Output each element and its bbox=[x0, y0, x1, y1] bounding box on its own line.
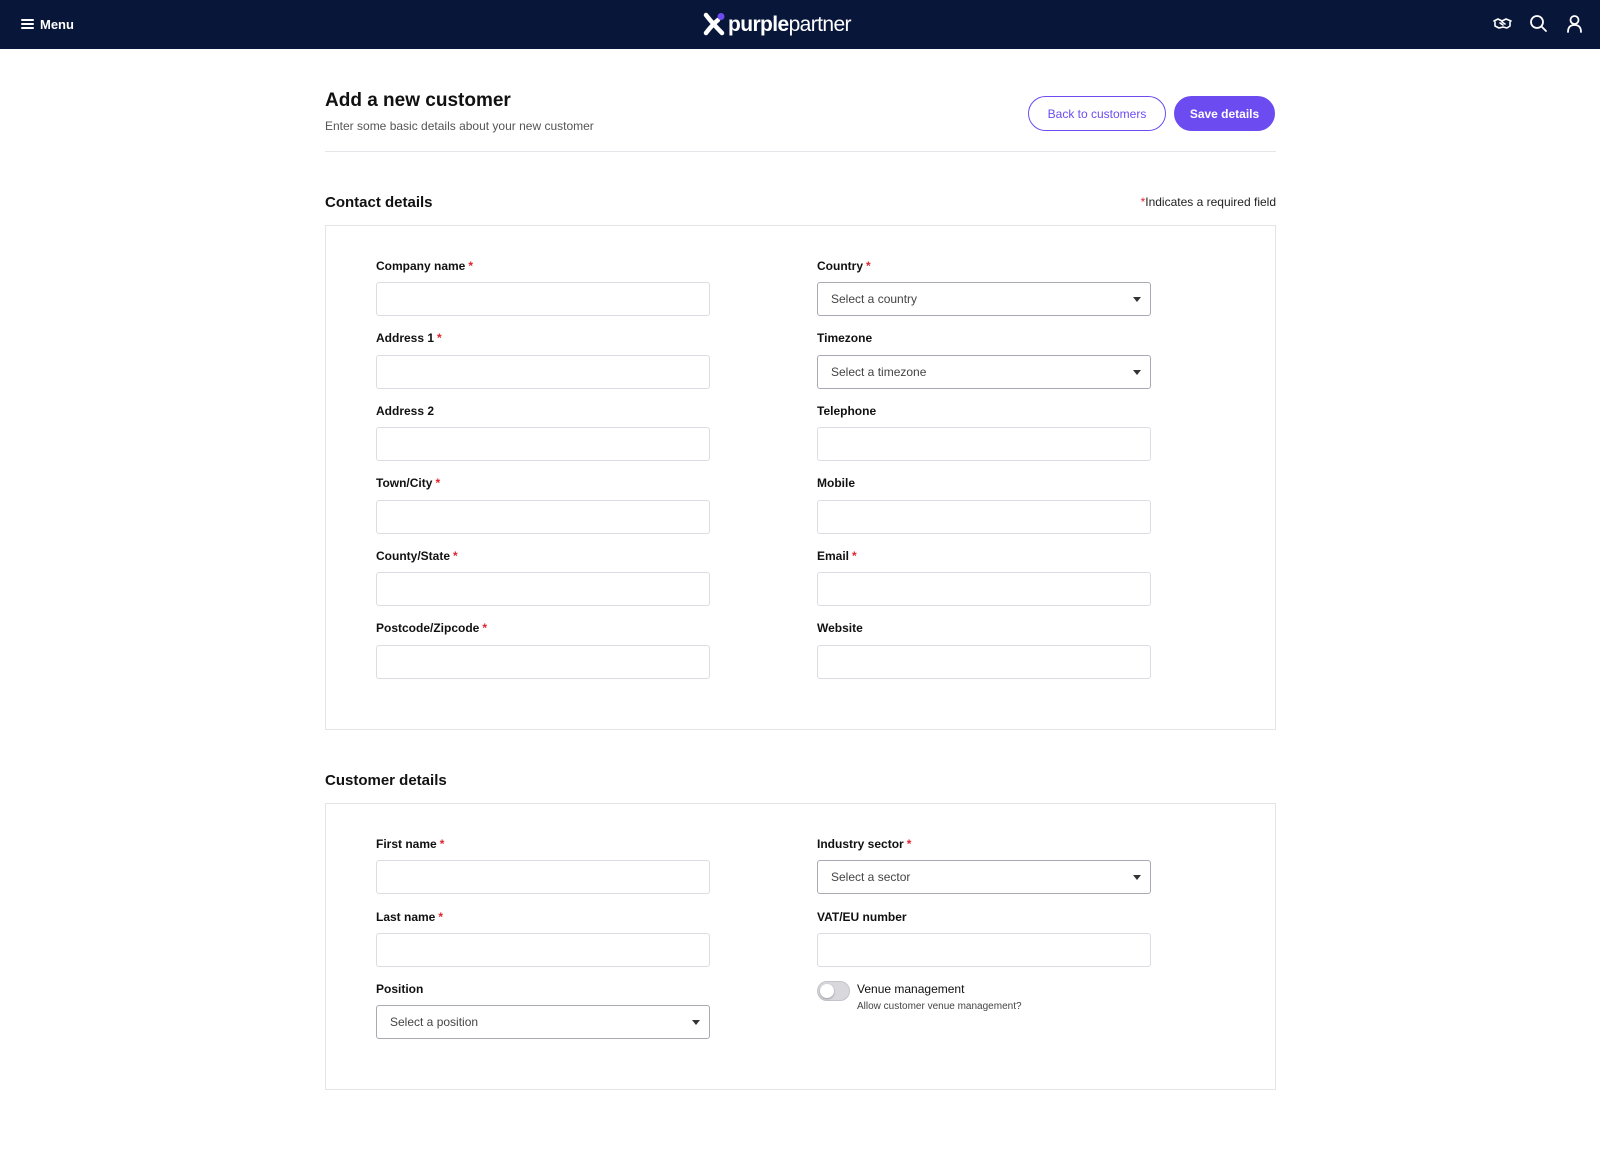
address2-input[interactable] bbox=[376, 427, 710, 461]
position-select-placeholder: Select a position bbox=[390, 1015, 479, 1029]
first-name-label-text: First name bbox=[376, 837, 437, 851]
dropdown-arrow-icon bbox=[692, 1020, 700, 1025]
contact-details-title: Contact details bbox=[325, 194, 433, 211]
required-note-text: Indicates a required field bbox=[1145, 195, 1276, 209]
postcode-label-text: Postcode/Zipcode bbox=[376, 621, 480, 635]
first-name-label: First name * bbox=[376, 837, 444, 851]
country-label: Country * bbox=[817, 259, 871, 273]
vat-number-label: VAT/EU number bbox=[817, 910, 907, 924]
country-label-text: Country bbox=[817, 259, 863, 273]
country-select-placeholder: Select a country bbox=[831, 292, 918, 306]
customer-details-card: First name * Last name * Position Select a… bbox=[325, 803, 1276, 1090]
required-field-note: *Indicates a required field bbox=[1141, 195, 1276, 209]
save-details-button[interactable]: Save details bbox=[1174, 96, 1275, 131]
telephone-label: Telephone bbox=[817, 404, 877, 418]
last-name-label: Last name * bbox=[376, 910, 443, 924]
first-name-input[interactable] bbox=[376, 860, 710, 894]
dropdown-arrow-icon bbox=[1133, 370, 1141, 375]
last-name-input[interactable] bbox=[376, 933, 710, 967]
hamburger-icon bbox=[21, 19, 34, 29]
required-star: * bbox=[438, 910, 444, 924]
required-star: * bbox=[482, 621, 488, 635]
logo-text-bold: purple bbox=[728, 12, 789, 36]
required-star: * bbox=[852, 549, 857, 563]
back-to-customers-button[interactable]: Back to customers bbox=[1028, 96, 1166, 131]
county-state-label-text: County/State bbox=[376, 549, 451, 563]
industry-sector-label-text: Industry sector bbox=[817, 837, 904, 851]
county-state-label: County/State * bbox=[376, 549, 458, 563]
dropdown-arrow-icon bbox=[1133, 875, 1141, 880]
postcode-label: Postcode/Zipcode * bbox=[376, 621, 487, 635]
address1-label: Address 1 * bbox=[376, 331, 442, 345]
required-star: * bbox=[866, 259, 871, 273]
address1-input[interactable] bbox=[376, 355, 710, 389]
industry-sector-select-placeholder: Select a sector bbox=[831, 870, 911, 884]
industry-sector-label: Industry sector * bbox=[817, 837, 911, 851]
venue-management-help: Allow customer venue management? bbox=[857, 1001, 1022, 1012]
venue-management-toggle[interactable] bbox=[817, 981, 850, 1001]
town-city-label-text: Town/City bbox=[376, 476, 433, 490]
county-state-input[interactable] bbox=[376, 572, 710, 606]
address2-label: Address 2 bbox=[376, 404, 435, 418]
email-label: Email * bbox=[817, 549, 857, 563]
industry-sector-select[interactable]: Select a sector bbox=[817, 860, 1151, 894]
page-subtitle: Enter some basic details about your new … bbox=[325, 119, 594, 133]
contact-details-card: Company name * Address 1 * Address 2 Town/… bbox=[325, 225, 1276, 730]
venue-management-label: Venue management bbox=[857, 982, 965, 996]
required-star: * bbox=[435, 476, 441, 490]
dropdown-arrow-icon bbox=[1133, 297, 1141, 302]
customer-details-title: Customer details bbox=[325, 772, 447, 789]
logo-text-light: partner bbox=[788, 12, 852, 36]
company-name-label-text: Company name bbox=[376, 259, 466, 273]
header-divider bbox=[325, 151, 1276, 152]
last-name-label-text: Last name bbox=[376, 910, 436, 924]
menu-label: Menu bbox=[40, 16, 74, 32]
required-star: * bbox=[906, 837, 912, 851]
vat-number-input[interactable] bbox=[817, 933, 1151, 967]
mobile-label: Mobile bbox=[817, 476, 855, 490]
company-name-label: Company name * bbox=[376, 259, 473, 273]
position-select[interactable]: Select a position bbox=[376, 1005, 710, 1039]
purple-partner-logo[interactable]: purple partner bbox=[703, 10, 852, 38]
website-label: Website bbox=[817, 621, 863, 635]
handshake-icon[interactable] bbox=[1493, 14, 1512, 33]
menu-button[interactable]: Menu bbox=[21, 14, 74, 34]
mobile-input[interactable] bbox=[817, 500, 1151, 534]
logo-mark-icon bbox=[703, 12, 725, 36]
required-star: * bbox=[453, 549, 458, 563]
country-select[interactable]: Select a country bbox=[817, 282, 1151, 316]
company-name-input[interactable] bbox=[376, 282, 710, 316]
town-city-label: Town/City * bbox=[376, 476, 440, 490]
toggle-knob bbox=[820, 984, 834, 998]
postcode-input[interactable] bbox=[376, 645, 710, 679]
page-title: Add a new customer bbox=[325, 90, 511, 111]
required-star: * bbox=[468, 259, 474, 273]
town-city-input[interactable] bbox=[376, 500, 710, 534]
top-icon-group bbox=[1493, 14, 1584, 33]
search-icon[interactable] bbox=[1529, 14, 1548, 33]
required-star: * bbox=[437, 331, 442, 345]
user-icon[interactable] bbox=[1565, 14, 1584, 33]
timezone-select[interactable]: Select a timezone bbox=[817, 355, 1151, 389]
top-nav-bar: Menu purple partner bbox=[0, 0, 1600, 49]
address1-label-text: Address 1 bbox=[376, 331, 435, 345]
position-label: Position bbox=[376, 982, 424, 996]
logo-wordmark: purple partner bbox=[728, 12, 852, 36]
website-input[interactable] bbox=[817, 645, 1151, 679]
required-star: * bbox=[439, 837, 445, 851]
email-input[interactable] bbox=[817, 572, 1151, 606]
email-label-text: Email bbox=[817, 549, 850, 563]
timezone-label: Timezone bbox=[817, 331, 873, 345]
telephone-input[interactable] bbox=[817, 427, 1151, 461]
timezone-select-placeholder: Select a timezone bbox=[831, 365, 927, 379]
